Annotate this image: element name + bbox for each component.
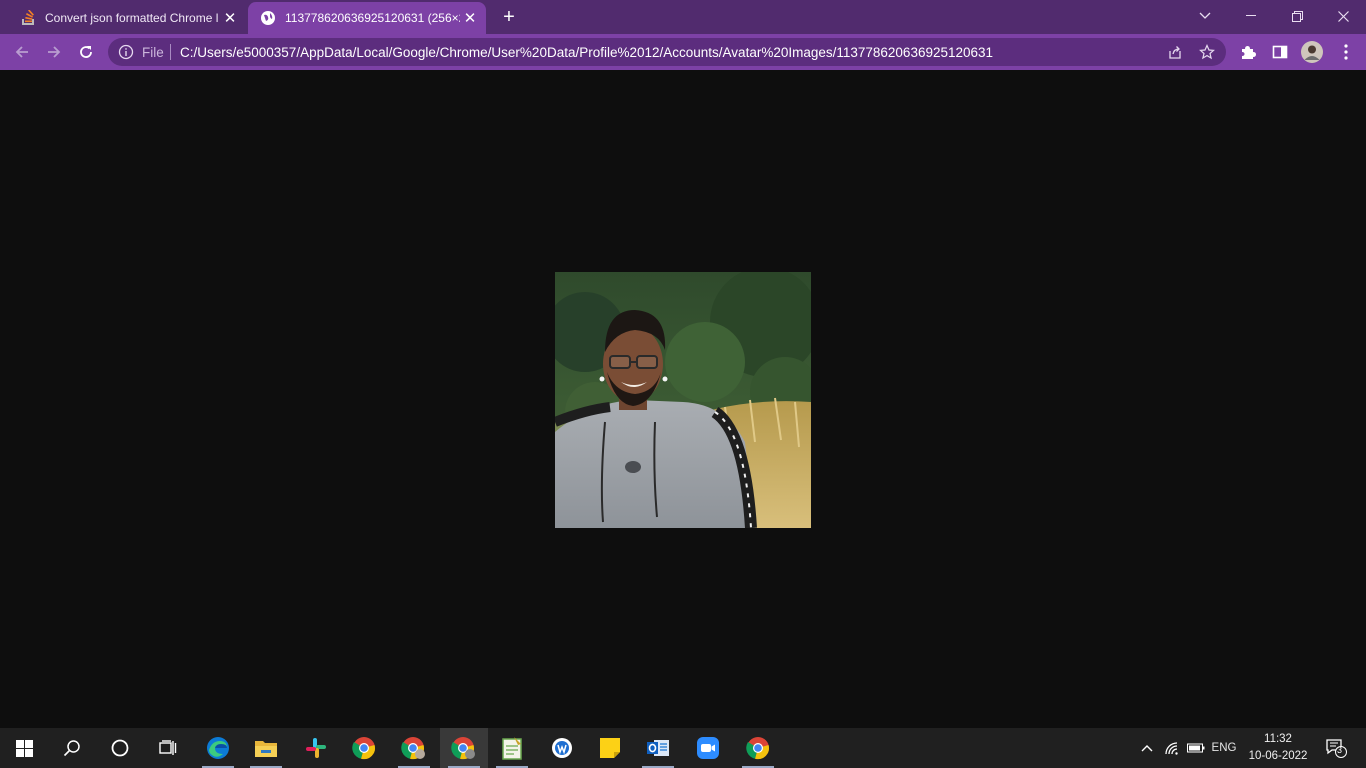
chrome-menu-icon[interactable] [1332,38,1360,66]
chrome-icon[interactable] [734,728,782,768]
restore-button[interactable] [1274,2,1320,30]
file-explorer-icon[interactable] [242,728,290,768]
notepad-plus-icon[interactable] [488,728,536,768]
notifications-icon[interactable]: 3 [1318,728,1354,768]
image-viewer [0,70,1366,728]
cortana-icon[interactable] [96,728,144,768]
task-view-icon[interactable] [144,728,192,768]
tab-search-icon[interactable] [1182,2,1228,30]
extensions-puzzle-icon[interactable] [1234,38,1262,66]
sticky-notes-icon[interactable] [586,728,634,768]
globe-icon [260,10,276,26]
close-tab-icon[interactable]: ✕ [460,8,480,28]
new-tab-button[interactable]: + [498,6,520,28]
tab-avatar-image[interactable]: 113778620636925120631 (256×2 ✕ [248,2,486,34]
bookmark-star-icon[interactable] [1198,43,1216,61]
clock-date: 10-06-2022 [1248,750,1308,762]
slack-icon[interactable] [292,728,340,768]
edge-icon[interactable] [194,728,242,768]
address-url[interactable]: C:/Users/e5000357/AppData/Local/Google/C… [180,45,993,60]
minimize-button[interactable] [1228,2,1274,30]
site-info-icon[interactable] [118,44,134,60]
outlook-icon[interactable] [634,728,682,768]
side-panel-icon[interactable] [1266,38,1294,66]
clock[interactable]: 11:32 10-06-2022 [1242,731,1314,765]
language-indicator[interactable]: ENG [1208,728,1240,768]
windows-start-icon[interactable] [0,728,48,768]
clock-time: 11:32 [1264,733,1292,745]
search-icon[interactable] [48,728,96,768]
scheme-label: File [142,45,164,60]
chrome-profile-icon[interactable] [390,728,438,768]
tab-title: Convert json formatted Chrome l [45,11,219,25]
close-window-button[interactable] [1320,2,1366,30]
stack-overflow-icon [20,10,36,26]
show-hidden-icons-icon[interactable] [1136,728,1158,768]
reload-button[interactable] [72,38,100,66]
tab-convert-json[interactable]: Convert json formatted Chrome l ✕ [8,2,246,34]
windows-taskbar: ENG 11:32 10-06-2022 3 [0,728,1366,768]
tab-strip: Convert json formatted Chrome l ✕ 113778… [0,0,1366,34]
zoom-icon[interactable] [684,728,732,768]
profile-avatar[interactable] [1298,38,1326,66]
wifi-icon[interactable] [1160,728,1184,768]
word-pad-icon[interactable] [538,728,586,768]
share-icon[interactable] [1166,43,1184,61]
avatar-photo[interactable] [555,272,811,528]
address-bar[interactable]: File C:/Users/e5000357/AppData/Local/Goo… [108,38,1226,66]
battery-icon[interactable] [1184,728,1208,768]
back-button[interactable] [8,38,36,66]
close-tab-icon[interactable]: ✕ [220,8,240,28]
notification-count: 3 [1337,745,1343,755]
chrome-icon[interactable] [340,728,388,768]
chrome-profile-active-icon[interactable] [440,728,488,768]
tab-title: 113778620636925120631 (256×2 [285,11,460,25]
address-divider [170,44,171,60]
browser-toolbar: File C:/Users/e5000357/AppData/Local/Goo… [0,34,1366,70]
forward-button[interactable] [40,38,68,66]
